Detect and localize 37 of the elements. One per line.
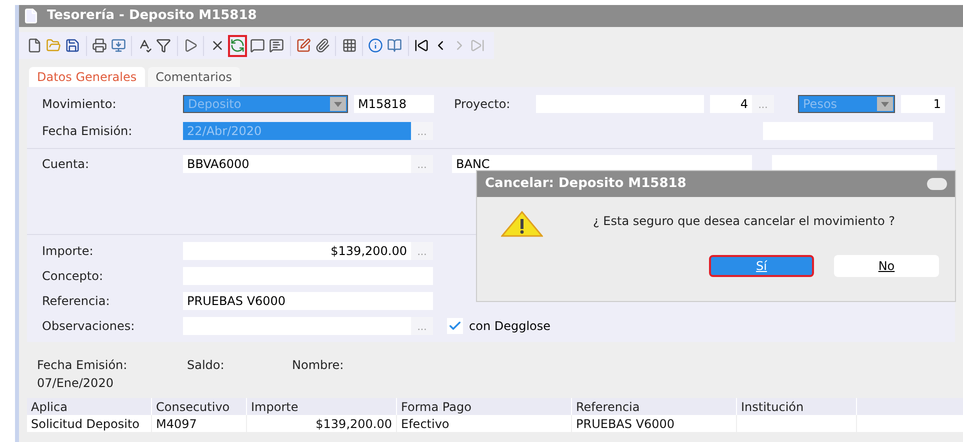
- field-label: Cuenta:: [42, 156, 90, 173]
- close-button[interactable]: [927, 178, 947, 190]
- field-label: Movimiento:: [42, 96, 118, 113]
- input-field[interactable]: 1: [901, 95, 945, 113]
- field-label: Proyecto:: [454, 96, 512, 113]
- tab[interactable]: Comentarios: [148, 67, 240, 87]
- dialog-message: ¿ Esta seguro que desea cancelar el movimiento ?: [593, 213, 896, 230]
- field-label: Referencia:: [42, 293, 111, 310]
- no-button[interactable]: No: [834, 255, 939, 277]
- summary-value: 07/Ene/2020: [37, 375, 114, 392]
- input-field[interactable]: PRUEBAS V6000: [183, 292, 433, 310]
- caret-icon: [330, 97, 346, 111]
- input-field[interactable]: M15818: [354, 95, 434, 113]
- table-cell: Efectivo: [397, 415, 572, 432]
- summary-label: Fecha Emisión:: [37, 357, 128, 374]
- document-icon: [23, 8, 39, 24]
- field-label: Fecha Emisión:: [42, 123, 134, 140]
- field-label: Concepto:: [42, 268, 104, 285]
- field-label: Importe:: [42, 243, 94, 260]
- table-cell: Solicitud Deposito: [27, 415, 152, 432]
- refresh-icon[interactable]: [228, 34, 248, 56]
- table-cell: $139,200.00: [247, 415, 397, 432]
- table-cell: PRUEBAS V6000: [572, 415, 737, 432]
- checkbox[interactable]: [447, 318, 463, 334]
- summary-label: Saldo:: [187, 357, 226, 374]
- dialog-title: Cancelar: Deposito M15818: [485, 175, 686, 194]
- caret-icon: [877, 97, 893, 111]
- input-field[interactable]: $139,200.00: [183, 242, 411, 260]
- summary-label: Nombre:: [292, 357, 345, 374]
- tab[interactable]: Datos Generales: [29, 67, 145, 87]
- table-cell: M4097: [152, 415, 247, 432]
- warning-icon: [501, 211, 543, 237]
- input-field[interactable]: BBVA6000: [183, 155, 411, 173]
- window-title: Tesorería - Deposito M15818: [47, 7, 257, 26]
- input-field[interactable]: 4: [710, 95, 752, 113]
- field-label: Observaciones:: [42, 318, 136, 335]
- checkbox-label: con Degglose: [469, 318, 551, 335]
